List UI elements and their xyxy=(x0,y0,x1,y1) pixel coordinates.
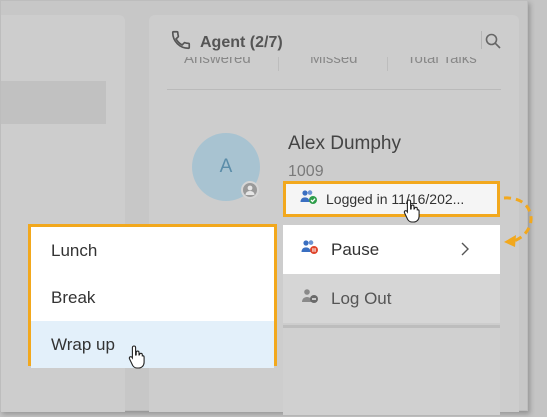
lower-panel xyxy=(283,325,500,415)
submenu-item-wrap-up[interactable]: Wrap up xyxy=(31,321,274,368)
phone-icon xyxy=(170,29,192,56)
hand-cursor-icon xyxy=(128,345,145,369)
left-panel-bar xyxy=(1,81,106,124)
agent-name: Alex Dumphy xyxy=(288,133,401,154)
stat-missed: Missed xyxy=(310,57,358,67)
avatar-status-badge xyxy=(241,181,259,199)
stats-row: Answered Missed Total Talks xyxy=(167,57,501,90)
users-check-icon xyxy=(300,189,318,210)
users-pause-icon xyxy=(301,239,319,260)
header-divider xyxy=(481,31,482,49)
stat-answered: Answered xyxy=(184,57,251,67)
agent-status-button[interactable]: Logged in 11/16/202... xyxy=(283,181,500,217)
agent-status-label: Logged in 11/16/202... xyxy=(326,191,465,207)
menu-item-logout-label: Log Out xyxy=(331,288,392,308)
chevron-right-icon xyxy=(460,240,470,263)
agent-panel-header: Agent (2/7) xyxy=(170,29,283,56)
agent-extension: 1009 xyxy=(288,163,324,180)
stats-divider xyxy=(387,57,388,71)
hand-cursor-icon xyxy=(403,199,420,223)
stat-total-talks: Total Talks xyxy=(407,57,477,67)
stats-divider xyxy=(278,57,279,71)
user-logout-icon xyxy=(301,288,319,309)
status-menu: Pause Log Out xyxy=(283,225,500,323)
submenu-item-lunch[interactable]: Lunch xyxy=(31,227,274,274)
page-title: Agent (2/7) xyxy=(200,33,283,51)
pause-submenu: Lunch Break Wrap up xyxy=(28,224,277,368)
search-icon[interactable] xyxy=(485,33,501,54)
curved-arrow-icon xyxy=(503,196,533,247)
submenu-item-break[interactable]: Break xyxy=(31,274,274,321)
menu-item-pause[interactable]: Pause xyxy=(283,225,500,274)
menu-item-logout[interactable]: Log Out xyxy=(283,274,500,323)
menu-item-pause-label: Pause xyxy=(331,239,380,259)
